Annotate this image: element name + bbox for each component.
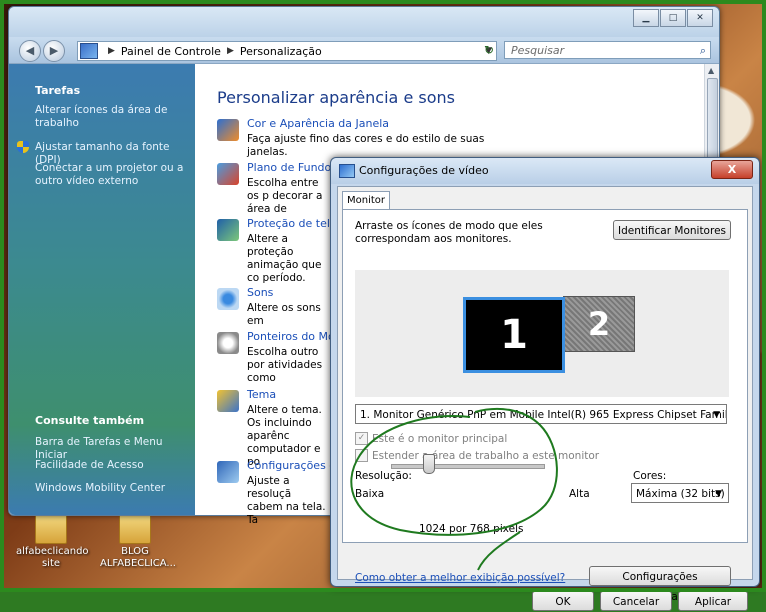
- ok-button[interactable]: OK: [532, 591, 594, 611]
- item-description: Altere os sons em: [247, 302, 321, 327]
- colors-select[interactable]: Máxima (32 bits) ▼: [631, 483, 729, 503]
- monitor-select[interactable]: 1. Monitor Genérico PnP em Mobile Intel(…: [355, 404, 727, 424]
- cancel-button[interactable]: Cancelar: [600, 591, 672, 611]
- screensaver-link[interactable]: Proteção de tela: [247, 217, 337, 230]
- theme-icon: [217, 390, 239, 412]
- slider-thumb[interactable]: [423, 454, 435, 474]
- item-description: Faça ajuste fino das cores e do estilo d…: [247, 133, 485, 158]
- item-description: Escolha outro por atividades como: [247, 346, 323, 384]
- search-input[interactable]: Pesquisar ⌕: [504, 41, 711, 59]
- chevron-down-icon: ▼: [715, 489, 722, 499]
- minimize-button[interactable]: ▁: [633, 9, 659, 27]
- window-color-link[interactable]: Cor e Aparência da Janela: [247, 117, 389, 130]
- resolution-value: 1024 por 768 pixels: [419, 523, 524, 535]
- sidebar-tasks-heading: Tarefas: [35, 84, 81, 97]
- scroll-up-icon[interactable]: ▲: [708, 66, 714, 75]
- sidebar-item-mobility-center[interactable]: Windows Mobility Center: [35, 482, 185, 495]
- search-icon[interactable]: ⌕: [700, 42, 706, 60]
- desktop-background-link[interactable]: Plano de Fundo d: [247, 161, 342, 174]
- breadcrumb-personalization[interactable]: Personalização: [240, 45, 322, 58]
- dialog-title-bar[interactable]: Configurações de vídeo X: [331, 158, 759, 184]
- sidebar-item-projector[interactable]: Conectar a um projetor ou a outro vídeo …: [35, 162, 185, 188]
- sidebar: Tarefas Alterar ícones da área de trabal…: [9, 64, 195, 515]
- forward-button[interactable]: ▶: [43, 40, 65, 62]
- sidebar-item-desktop-icons[interactable]: Alterar ícones da área de trabalho: [35, 104, 185, 130]
- advanced-settings-button[interactable]: Configurações Avançadas...: [589, 566, 731, 603]
- desktop-icon-label: BLOG ALFABECLICA...: [100, 546, 176, 569]
- low-label: Baixa: [355, 488, 385, 500]
- checkbox-label: Estender a área de trabalho a este monit…: [372, 449, 600, 462]
- slider-track[interactable]: [391, 464, 545, 469]
- chevron-down-icon: ▼: [713, 410, 720, 420]
- refresh-icon[interactable]: ↻: [481, 42, 497, 58]
- maximize-button[interactable]: □: [660, 9, 686, 27]
- best-display-help-link[interactable]: Como obter a melhor exibição possível?: [355, 572, 565, 584]
- colors-select-value: Máxima (32 bits): [636, 488, 725, 500]
- theme-link[interactable]: Tema: [247, 388, 276, 401]
- breadcrumb-control-panel[interactable]: Painel de Controle: [121, 45, 221, 58]
- breadcrumb-separator-icon: ▶: [108, 46, 115, 56]
- sidebar-item-ease-of-access[interactable]: Facilidade de Acesso: [35, 459, 185, 472]
- item-description: Ajuste a resoluçã cabem na tela. Ta: [247, 475, 326, 526]
- scrollbar-thumb[interactable]: [707, 78, 718, 160]
- window-controls: ▁ □ ✕: [632, 9, 713, 27]
- page-title: Personalizar aparência e sons: [217, 88, 455, 107]
- monitor-arrangement-area: 2 1: [355, 270, 729, 397]
- mouse-pointer-icon: [217, 332, 239, 354]
- sounds-icon: [217, 288, 239, 310]
- monitor-tab-panel: Arraste os ícones de modo que eles corre…: [342, 209, 748, 603]
- high-label: Alta: [569, 488, 590, 500]
- colors-label: Cores:: [633, 470, 667, 482]
- monitor-1-icon[interactable]: 1: [463, 297, 565, 373]
- desktop-icon-blog[interactable]: BLOG ALFABECLICA...: [100, 510, 176, 570]
- breadcrumb-separator-icon: ▶: [226, 46, 234, 56]
- title-bar[interactable]: ▁ □ ✕: [9, 7, 719, 37]
- shield-icon: [17, 141, 29, 153]
- display-settings-dialog: Configurações de vídeo X Monitor Arraste…: [330, 157, 760, 611]
- window-color-icon: [217, 119, 239, 141]
- checkbox-label: Este é o monitor principal: [372, 432, 508, 445]
- dialog-close-button[interactable]: X: [711, 160, 753, 179]
- instructions-text: Arraste os ícones de modo que eles corre…: [355, 220, 543, 245]
- display-settings-icon: [217, 461, 239, 483]
- screensaver-icon: [217, 219, 239, 241]
- checkbox-checked-icon: ✓: [355, 449, 368, 462]
- back-button[interactable]: ◀: [19, 40, 41, 62]
- apply-button[interactable]: Aplicar: [678, 591, 748, 611]
- desktop-icon-label: alfabeclicando site: [16, 546, 89, 569]
- resolution-label: Resolução:: [355, 470, 412, 482]
- primary-monitor-checkbox[interactable]: ✓ Este é o monitor principal: [355, 432, 507, 445]
- tab-monitor[interactable]: Monitor: [342, 191, 390, 210]
- extend-desktop-checkbox[interactable]: ✓ Estender a área de trabalho a este mon…: [355, 449, 599, 462]
- item-description: Altere a proteção animação que co períod…: [247, 233, 322, 284]
- close-button[interactable]: ✕: [687, 9, 713, 27]
- identify-monitors-button[interactable]: Identificar Monitores: [613, 220, 731, 240]
- monitor-icon: [339, 164, 355, 178]
- back-arrow-icon: ◀: [25, 44, 35, 57]
- search-placeholder: Pesquisar: [511, 44, 565, 57]
- checkbox-checked-icon: ✓: [355, 432, 368, 445]
- navigation-toolbar: ◀ ▶ ▶ Painel de Controle ▶ Personalizaçã…: [9, 37, 719, 64]
- control-panel-icon: [80, 43, 98, 59]
- sounds-link[interactable]: Sons: [247, 286, 273, 299]
- item-description: Escolha entre os p decorar a área de: [247, 177, 323, 215]
- sidebar-see-also-heading: Consulte também: [35, 414, 145, 427]
- dialog-body: Monitor Arraste os ícones de modo que el…: [337, 186, 753, 611]
- monitor-2-icon[interactable]: 2: [563, 296, 635, 352]
- display-settings-link[interactable]: Configurações d: [247, 459, 336, 472]
- dialog-title: Configurações de vídeo: [359, 164, 489, 177]
- desktop-background-icon: [217, 163, 239, 185]
- desktop-icon-alfabeclicando[interactable]: alfabeclicando site: [16, 510, 89, 570]
- monitor-select-value: 1. Monitor Genérico PnP em Mobile Intel(…: [360, 409, 727, 421]
- mouse-pointers-link[interactable]: Ponteiros do Mou: [247, 330, 342, 343]
- address-bar[interactable]: ▶ Painel de Controle ▶ Personalização ▼: [77, 41, 497, 61]
- forward-arrow-icon: ▶: [49, 44, 59, 57]
